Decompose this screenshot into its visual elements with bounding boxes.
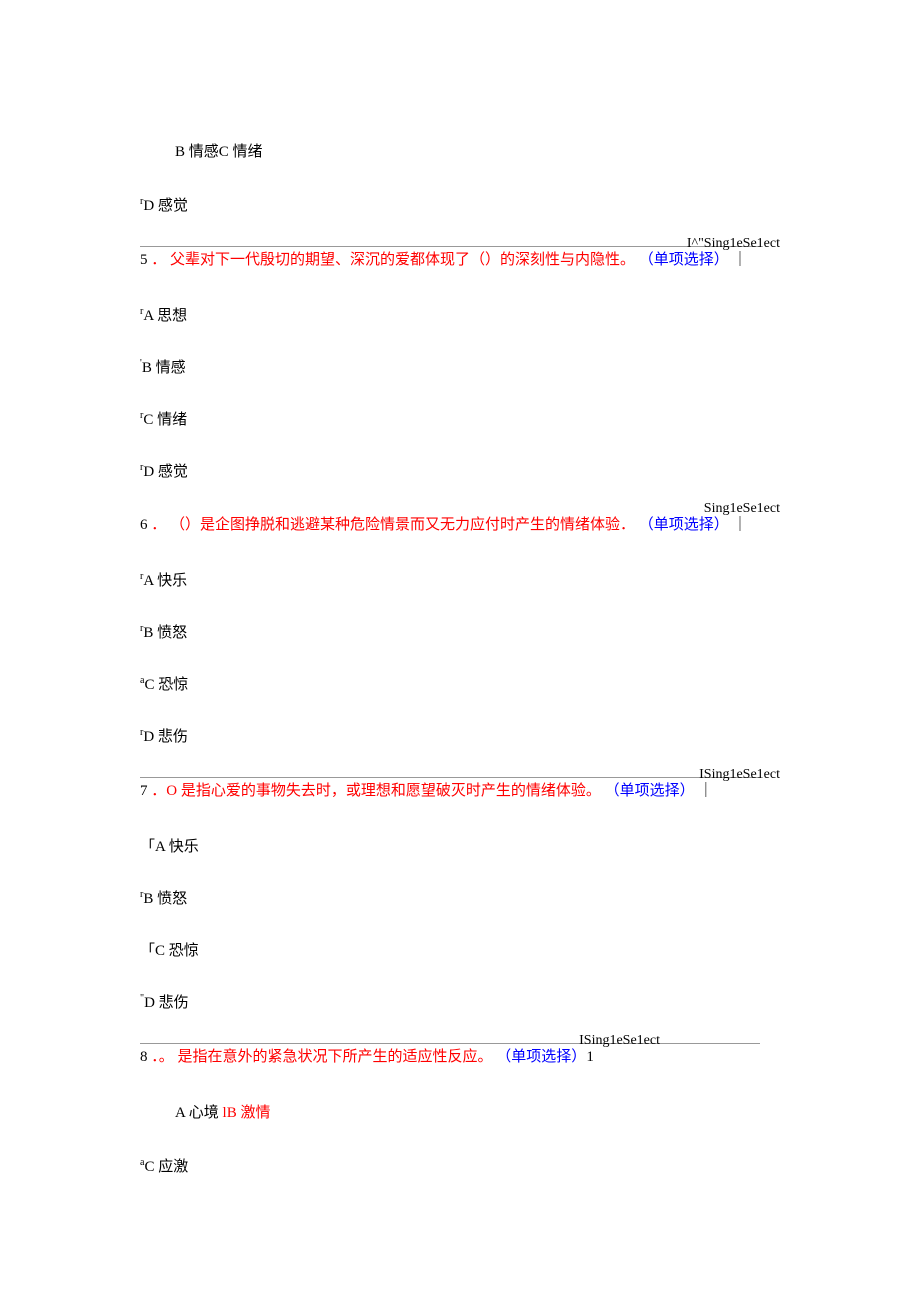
- q8-option-c[interactable]: aC 应激: [140, 1155, 780, 1179]
- question-8: ISing1eSe1ect 8 ．。 是指在意外的紧急状况下所产生的适应性反应。…: [140, 1044, 780, 1071]
- question-number: 5: [140, 252, 148, 268]
- option-text: C 情绪: [143, 412, 187, 428]
- q7-option-a[interactable]: 「A 快乐: [140, 835, 780, 859]
- option-a-text[interactable]: A 心境: [175, 1105, 219, 1121]
- q6-option-b[interactable]: rB 愤怒: [140, 621, 780, 645]
- question-number: 6: [140, 517, 148, 533]
- question-number: 7: [140, 783, 148, 799]
- option-text: C 应激: [144, 1159, 188, 1175]
- stem-text: 父辈对下一代殷切的期望、深沉的爱都体现了（）的深刻性与内隐性。: [170, 252, 635, 268]
- q8-option-ab: A 心境 lB 激情: [140, 1101, 780, 1125]
- q7-option-c[interactable]: 「C 恐惊: [140, 939, 780, 963]
- stem-text: 是指心爱的事物失去时，或理想和愿望破灭时产生的情绪体验。: [181, 783, 601, 799]
- option-text: A 快乐: [155, 839, 199, 855]
- q4-option-bc: B 情感C 情绪: [140, 140, 780, 164]
- stem-text: （）是企图挣脱和逃避某种危险情景而又无力应付时产生的情绪体验．: [170, 517, 635, 533]
- option-text: A 思想: [143, 308, 187, 324]
- q6-option-a[interactable]: rA 快乐: [140, 569, 780, 593]
- type-tag: I^"Sing1eSe1ect: [687, 233, 780, 255]
- q5-option-c[interactable]: rC 情绪: [140, 408, 780, 432]
- option-text: B 愤怒: [143, 625, 187, 641]
- question-stem: 5 ． 父辈对下一代殷切的期望、深沉的爱都体现了（）的深刻性与内隐性。 （单项选…: [140, 247, 780, 274]
- question-stem: 6 ． （）是企图挣脱和逃避某种危险情景而又无力应付时产生的情绪体验． （单项选…: [140, 512, 780, 539]
- question-number: 8: [140, 1049, 148, 1065]
- option-b-text[interactable]: B 激情: [227, 1105, 271, 1121]
- option-text: C 恐惊: [144, 677, 188, 693]
- radio-marker: 「: [140, 839, 155, 855]
- option-text: C 恐惊: [155, 943, 199, 959]
- type-tag: ISing1eSe1ect: [699, 764, 780, 786]
- option-text: D 悲伤: [143, 729, 188, 745]
- stem-text: 是指在意外的紧急状况下所产生的适应性反应。: [178, 1049, 493, 1065]
- option-text: B 情感: [142, 360, 186, 376]
- option-text: D 感觉: [143, 198, 188, 214]
- dot: ．: [151, 517, 166, 533]
- q7-option-d[interactable]: "D 悲伤: [140, 991, 780, 1015]
- stem-prefix: 。: [159, 1049, 174, 1065]
- option-text: A 快乐: [143, 573, 187, 589]
- question-6: Sing1eSe1ect 6 ． （）是企图挣脱和逃避某种危险情景而又无力应付时…: [140, 512, 780, 539]
- stem-prefix: O: [166, 783, 177, 799]
- question-type-label: （单项选择）: [605, 783, 695, 799]
- q4-option-d: rD 感觉: [140, 194, 780, 218]
- q5-option-d[interactable]: rD 感觉: [140, 460, 780, 484]
- question-5: I^"Sing1eSe1ect 5 ． 父辈对下一代殷切的期望、深沉的爱都体现了…: [140, 247, 780, 274]
- dot: ．: [151, 783, 166, 799]
- q5-option-b[interactable]: 'B 情感: [140, 356, 780, 380]
- q6-option-d[interactable]: rD 悲伤: [140, 725, 780, 749]
- q7-option-b[interactable]: rB 愤怒: [140, 887, 780, 911]
- option-text: B 愤怒: [143, 891, 187, 907]
- type-tag: Sing1eSe1ect: [704, 498, 780, 520]
- radio-marker: 「: [140, 943, 155, 959]
- question-stem: 8 ．。 是指在意外的紧急状况下所产生的适应性反应。 （单项选择）1: [140, 1044, 780, 1071]
- type-tag: ISing1eSe1ect: [579, 1030, 660, 1052]
- question-type-label: （单项选择）: [496, 1049, 586, 1065]
- option-text: D 悲伤: [144, 995, 189, 1011]
- separator: l: [219, 1105, 227, 1121]
- q5-option-a[interactable]: rA 思想: [140, 304, 780, 328]
- question-stem: 7 ．O 是指心爱的事物失去时，或理想和愿望破灭时产生的情绪体验。 （单项选择）…: [140, 778, 780, 805]
- dot: ．: [151, 1049, 159, 1065]
- question-4-partial: B 情感C 情绪 rD 感觉: [140, 140, 780, 218]
- dot: ．: [151, 252, 166, 268]
- q6-option-c[interactable]: aC 恐惊: [140, 673, 780, 697]
- option-text: D 感觉: [143, 464, 188, 480]
- question-7: ISing1eSe1ect 7 ．O 是指心爱的事物失去时，或理想和愿望破灭时产…: [140, 778, 780, 805]
